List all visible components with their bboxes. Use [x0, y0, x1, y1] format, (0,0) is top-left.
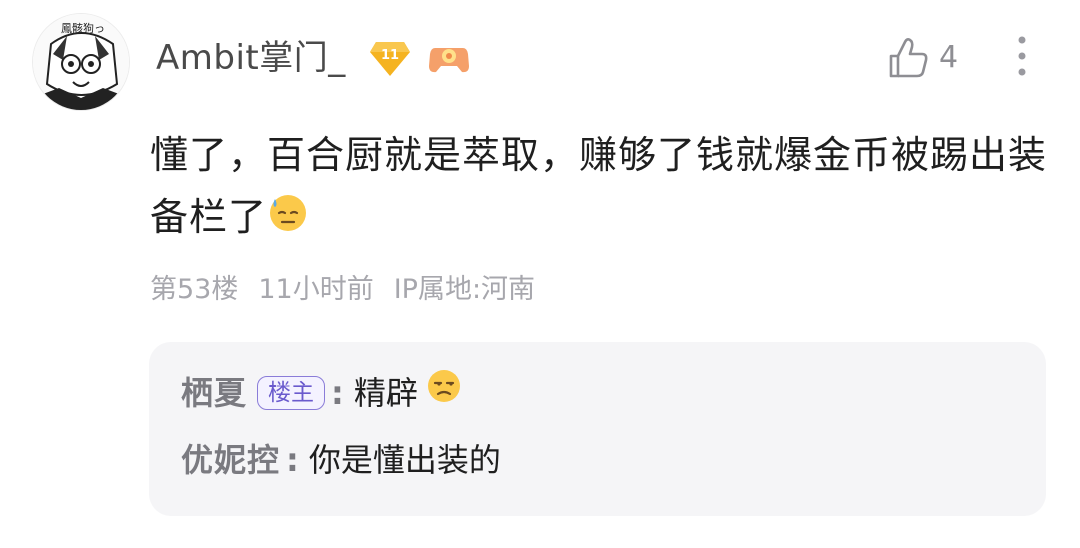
op-tag: 楼主 — [257, 375, 326, 410]
floor-number: 第53楼 — [150, 274, 239, 305]
diamond-level-icon: 11 — [370, 42, 410, 76]
comment-body: 懂了，百合厨就是萃取，赚够了钱就爆金币被踢出装备栏了 — [150, 124, 1055, 251]
reply-colon: : — [331, 373, 344, 412]
level-badge[interactable]: 11 — [368, 38, 412, 78]
game-badge[interactable] — [427, 40, 471, 76]
reply-author[interactable]: 栖夏 — [181, 369, 247, 417]
sweat-emoji — [267, 189, 309, 251]
level-number: 11 — [381, 48, 399, 63]
reply-list[interactable]: 栖夏 楼主 : 精辟 优妮控 : 你是懂出装的 — [149, 342, 1046, 516]
reply-text: 精辟 — [353, 373, 418, 412]
reply-author[interactable]: 优妮控 — [181, 436, 280, 484]
username[interactable]: Ambit掌门_ — [156, 32, 346, 84]
post-time: 11小时前 — [258, 274, 374, 305]
reply-text: 你是懂出装的 — [308, 441, 501, 479]
like-button[interactable]: 4 — [887, 32, 958, 84]
like-count: 4 — [939, 40, 959, 75]
unamused-emoji — [426, 368, 462, 417]
user-avatar[interactable]: 鳳骸狗っ — [33, 14, 129, 110]
thumbs-up-icon — [889, 38, 928, 78]
vertical-dots-icon — [1018, 36, 1026, 76]
more-options-button[interactable] — [1006, 34, 1038, 78]
reply-item[interactable]: 栖夏 楼主 : 精辟 — [181, 368, 462, 417]
ip-location: IP属地:河南 — [393, 274, 536, 305]
comment-meta: 第53楼 11小时前 IP属地:河南 — [150, 270, 555, 310]
reply-colon: : — [286, 441, 299, 479]
gamepad-icon — [429, 48, 469, 73]
reply-item[interactable]: 优妮控 : 你是懂出装的 — [181, 436, 501, 484]
